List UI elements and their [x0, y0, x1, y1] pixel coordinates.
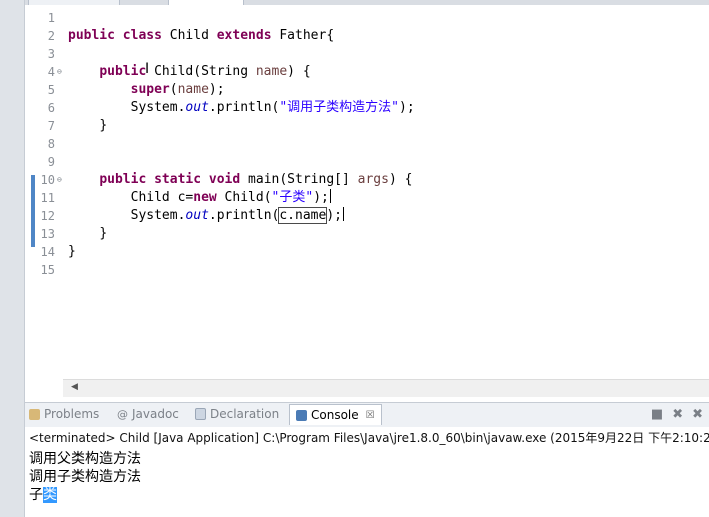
selected-text: 类 [43, 487, 57, 503]
line-number: 4 [47, 65, 55, 79]
code-text: ); [313, 190, 329, 205]
line-number: 12 [40, 209, 55, 223]
remove-launch-icon[interactable]: ✖ [672, 407, 683, 422]
fold-minus-icon[interactable]: ⊖ [57, 63, 62, 81]
line-number: 2 [47, 29, 55, 43]
code-text: Child(String [154, 64, 256, 79]
line-number: 15 [40, 263, 55, 277]
keyword: static [154, 172, 202, 187]
text-caret [329, 189, 331, 203]
tab-javadoc[interactable]: @ Javadoc [117, 407, 179, 421]
code-line-10: public static void main(String[] args) { [68, 171, 412, 189]
highlighted-expression: c.name [278, 207, 328, 224]
declaration-icon [195, 408, 206, 420]
code-text: } [99, 226, 108, 241]
code-text: Child( [216, 190, 272, 205]
console-status-line: <terminated> Child [Java Application] C:… [25, 427, 709, 449]
tab-label: Javadoc [132, 407, 179, 421]
keyword: extends [216, 28, 272, 43]
parameter: args [357, 172, 389, 187]
code-text: .println( [208, 100, 280, 115]
code-line-2: public class Child extends Father{ [68, 27, 334, 45]
line-number: 11 [40, 191, 55, 205]
code-text: System. [130, 100, 186, 115]
code-line-11: Child c=new Child("子类"); [68, 189, 331, 207]
code-line-5: super(name); [68, 81, 225, 99]
code-text: ) { [287, 64, 311, 79]
code-text: Father{ [279, 28, 335, 43]
code-editor[interactable]: 1 2 3 4 ⊖ 5 6 7 8 9 10 ⊖ 11 12 13 14 15 … [25, 5, 709, 397]
code-text: .println( [208, 208, 280, 223]
code-text: ); [399, 100, 415, 115]
class-name: Child [169, 28, 209, 43]
keyword: public [68, 28, 115, 43]
left-trim-bar [0, 0, 25, 517]
tab-label: Declaration [210, 407, 280, 421]
scroll-left-icon[interactable]: ◀ [71, 382, 78, 392]
code-text: ); [326, 208, 342, 223]
console-icon [296, 409, 307, 421]
code-text: } [68, 244, 76, 259]
keyword: public [99, 172, 147, 187]
code-text: System. [130, 208, 186, 223]
line-number: 13 [40, 227, 55, 241]
keyword: class [122, 28, 162, 43]
code-text: ) { [388, 172, 413, 187]
keyword: new [193, 190, 217, 205]
string-literal: "调用子类构造方法" [279, 100, 400, 115]
code-text: ); [208, 82, 225, 97]
parameter: name [177, 82, 209, 97]
line-number: 8 [47, 137, 55, 151]
code-line-13: } [68, 225, 107, 243]
close-icon[interactable]: ☒ [366, 410, 375, 421]
line-number: 5 [47, 83, 55, 97]
code-line-7: } [68, 117, 107, 135]
line-number: 10 [40, 173, 55, 187]
keyword: super [130, 82, 170, 97]
code-text: Child c= [130, 190, 194, 205]
console-text: 子 [29, 487, 43, 503]
string-literal: "子类" [271, 190, 314, 205]
code-line-6: System.out.println("调用子类构造方法"); [68, 99, 415, 117]
keyword: void [208, 172, 241, 187]
line-number: 7 [47, 119, 55, 133]
line-number-gutter: 1 2 3 4 ⊖ 5 6 7 8 9 10 ⊖ 11 12 13 14 15 [25, 5, 63, 379]
at-icon: @ [117, 407, 128, 421]
code-text: ( [169, 82, 178, 97]
tab-problems[interactable]: Problems [29, 407, 99, 421]
fold-minus-icon[interactable]: ⊖ [57, 171, 62, 189]
code-line-12: System.out.println(c.name); [68, 207, 344, 225]
remove-all-terminated-icon[interactable]: ✖ [692, 407, 703, 422]
tab-declaration[interactable]: Declaration [195, 407, 279, 421]
console-toolbar: ■ ✖ ✖ [651, 407, 703, 422]
tab-console[interactable]: Console ☒ [289, 404, 382, 425]
line-number: 3 [47, 47, 55, 61]
code-line-4: public Child(String name) { [68, 63, 311, 81]
line-number: 1 [47, 11, 55, 25]
tab-label: Problems [44, 407, 100, 421]
console-line: 子类 [29, 486, 57, 504]
console-output[interactable]: 调用父类构造方法 调用子类构造方法 子类 [25, 449, 709, 517]
bottom-panel-tabs: Problems @ Javadoc Declaration Console ☒… [25, 402, 709, 428]
line-number: 6 [47, 101, 55, 115]
code-text: main(String[] [248, 172, 358, 187]
parameter: name [255, 64, 288, 79]
console-line: 调用子类构造方法 [29, 469, 141, 485]
terminate-icon[interactable]: ■ [651, 407, 663, 422]
code-text: } [99, 118, 108, 133]
problems-icon [29, 408, 40, 420]
text-caret [342, 207, 344, 221]
tab-label: Console [311, 408, 359, 422]
static-field: out [185, 208, 209, 223]
text-cursor-icon: I [145, 61, 150, 77]
static-field: out [185, 100, 209, 115]
line-number: 9 [47, 155, 55, 169]
line-number: 14 [40, 245, 55, 259]
console-line: 调用父类构造方法 [29, 451, 141, 467]
keyword: public [99, 64, 147, 79]
code-line-14: } [68, 243, 76, 261]
horizontal-scrollbar[interactable]: ◀ [63, 379, 709, 397]
